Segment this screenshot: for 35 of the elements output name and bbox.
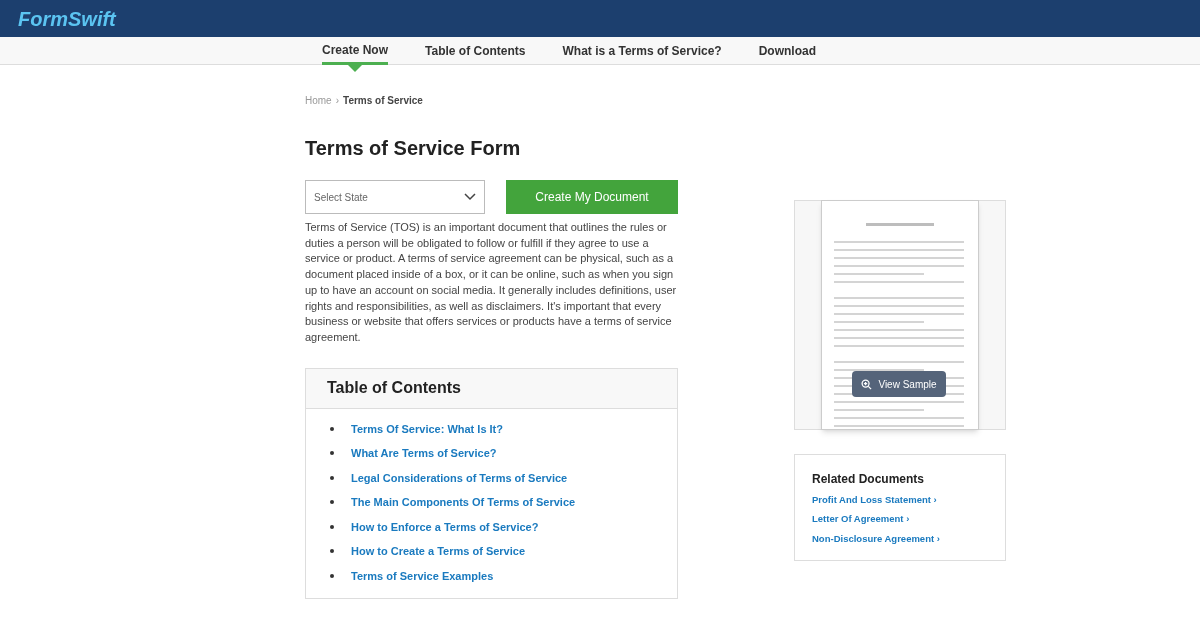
related-link[interactable]: Non-Disclosure Agreement ›: [812, 531, 1005, 546]
breadcrumb-link[interactable]: Home: [305, 93, 332, 108]
toc-link[interactable]: How to Enforce a Terms of Service?: [351, 518, 539, 536]
related-link[interactable]: Profit And Loss Statement ›: [812, 493, 1005, 508]
toc-title: Table of Contents: [327, 378, 461, 399]
tab-pointer-icon: [348, 65, 362, 72]
nav-tab[interactable]: Download: [758, 37, 816, 65]
bullet-icon: [330, 549, 334, 554]
chevron-down-icon: [464, 193, 476, 201]
toc-link[interactable]: What Are Terms of Service?: [351, 445, 497, 462]
zoom-in-icon: [861, 378, 873, 390]
related-link[interactable]: Letter Of Agreement ›: [812, 512, 1005, 527]
bullet-icon: [330, 573, 334, 578]
nav-tab[interactable]: What is a Terms of Service?: [562, 37, 722, 65]
bullet-icon: [330, 524, 334, 529]
toc-link[interactable]: Legal Considerations of Terms of Service: [351, 469, 568, 487]
bullet-icon: [330, 426, 334, 431]
toc-link[interactable]: The Main Components Of Terms of Service: [351, 494, 576, 511]
bullet-icon: [330, 475, 334, 480]
nav-tab[interactable]: Table of Contents: [425, 37, 526, 65]
bullet-icon: [330, 500, 334, 505]
state-select[interactable]: Select State: [305, 180, 485, 214]
related-title: Related Documents: [812, 471, 926, 488]
breadcrumb-current: Terms of Service: [343, 94, 423, 108]
page-title: Terms of Service Form: [305, 136, 522, 161]
toc-link[interactable]: How to Create a Terms of Service: [351, 543, 526, 560]
description-paragraph: Terms of Service (TOS) is an important document that outlines the rules or duties a person will be obligated to follow or fulfill if they agree to use a service or product. A terms of service agreement can be physical, such as a document placed inside of a box, or it can be online, such as when you sign up to have an account on social media. It generally includes definitions, user rights and responsibilities, as well as disclaimers. It's important that every business or website that offers services or products have a terms of service agreement.: [305, 220, 678, 345]
logo[interactable]: FormSwift: [18, 3, 116, 34]
view-sample-button[interactable]: View Sample: [852, 371, 946, 397]
nav-tab[interactable]: Create Now: [322, 37, 389, 65]
toc-link[interactable]: Terms of Service Examples: [351, 567, 494, 585]
create-document-button[interactable]: Create My Document: [506, 180, 678, 214]
bullet-icon: [330, 451, 334, 456]
breadcrumb-separator: ›: [335, 94, 340, 108]
toc-link[interactable]: Terms Of Service: What Is It?: [351, 420, 503, 438]
